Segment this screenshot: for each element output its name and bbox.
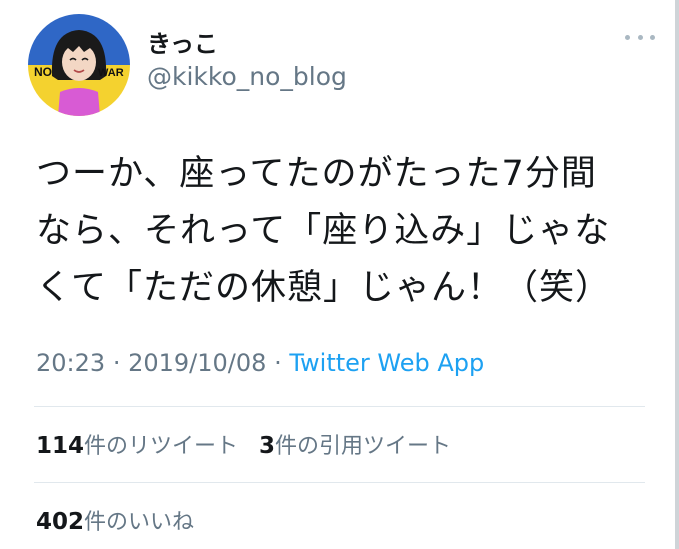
likes-stat[interactable]: 402件のいいね	[36, 504, 194, 536]
tweet-text: つーか、座ってたのがたった7分間 なら、それって「座り込み」じゃな くて「ただの…	[36, 146, 646, 317]
meta-separator: ·	[274, 349, 282, 377]
user-display-name[interactable]: きっこ	[147, 24, 218, 59]
tweet-text-line: なら、それって「座り込み」じゃな	[36, 211, 611, 251]
more-horizontal-icon[interactable]	[625, 32, 655, 42]
avatar-image: NO WAR	[28, 14, 130, 116]
user-handle[interactable]: @kikko_no_blog	[147, 62, 347, 91]
likes-label: 件のいいね	[84, 510, 195, 535]
tweet-meta: 20:23 · 2019/10/08 · Twitter Web App	[36, 349, 484, 377]
tweet-source-link[interactable]: Twitter Web App	[289, 349, 484, 377]
quotes-label: 件の引用ツイート	[275, 434, 452, 459]
tweet-text-line: くて「ただの休憩」じゃん！（笑）	[36, 268, 611, 308]
avatar-right-text: WAR	[98, 67, 124, 79]
retweets-count: 114	[36, 433, 85, 459]
dot	[637, 34, 643, 40]
quotes-count: 3	[259, 433, 276, 459]
likes-count: 402	[36, 509, 85, 535]
tweet-text-line: つーか、座ってたのがたった7分間	[36, 154, 597, 194]
divider	[34, 482, 645, 483]
tweet-time[interactable]: 20:23	[36, 349, 105, 377]
avatar[interactable]: NO WAR	[28, 14, 130, 116]
avatar-left-text: NO	[34, 65, 52, 79]
dot	[650, 34, 655, 40]
divider	[34, 406, 645, 407]
dot	[625, 34, 630, 40]
meta-separator: ·	[112, 349, 121, 377]
retweets-stat[interactable]: 114件のリツイート	[36, 433, 239, 459]
quotes-stat[interactable]: 3件の引用ツイート	[259, 433, 452, 459]
tweet-date[interactable]: 2019/10/08	[128, 349, 266, 377]
engagement-stats: 114件のリツイート 3件の引用ツイート	[36, 428, 451, 460]
scrollbar-edge	[675, 0, 679, 549]
tweet-card: NO WAR きっこ @kikko_no_blog つーか、座ってたのがたった7…	[0, 0, 679, 549]
retweets-label: 件のリツイート	[84, 434, 239, 459]
